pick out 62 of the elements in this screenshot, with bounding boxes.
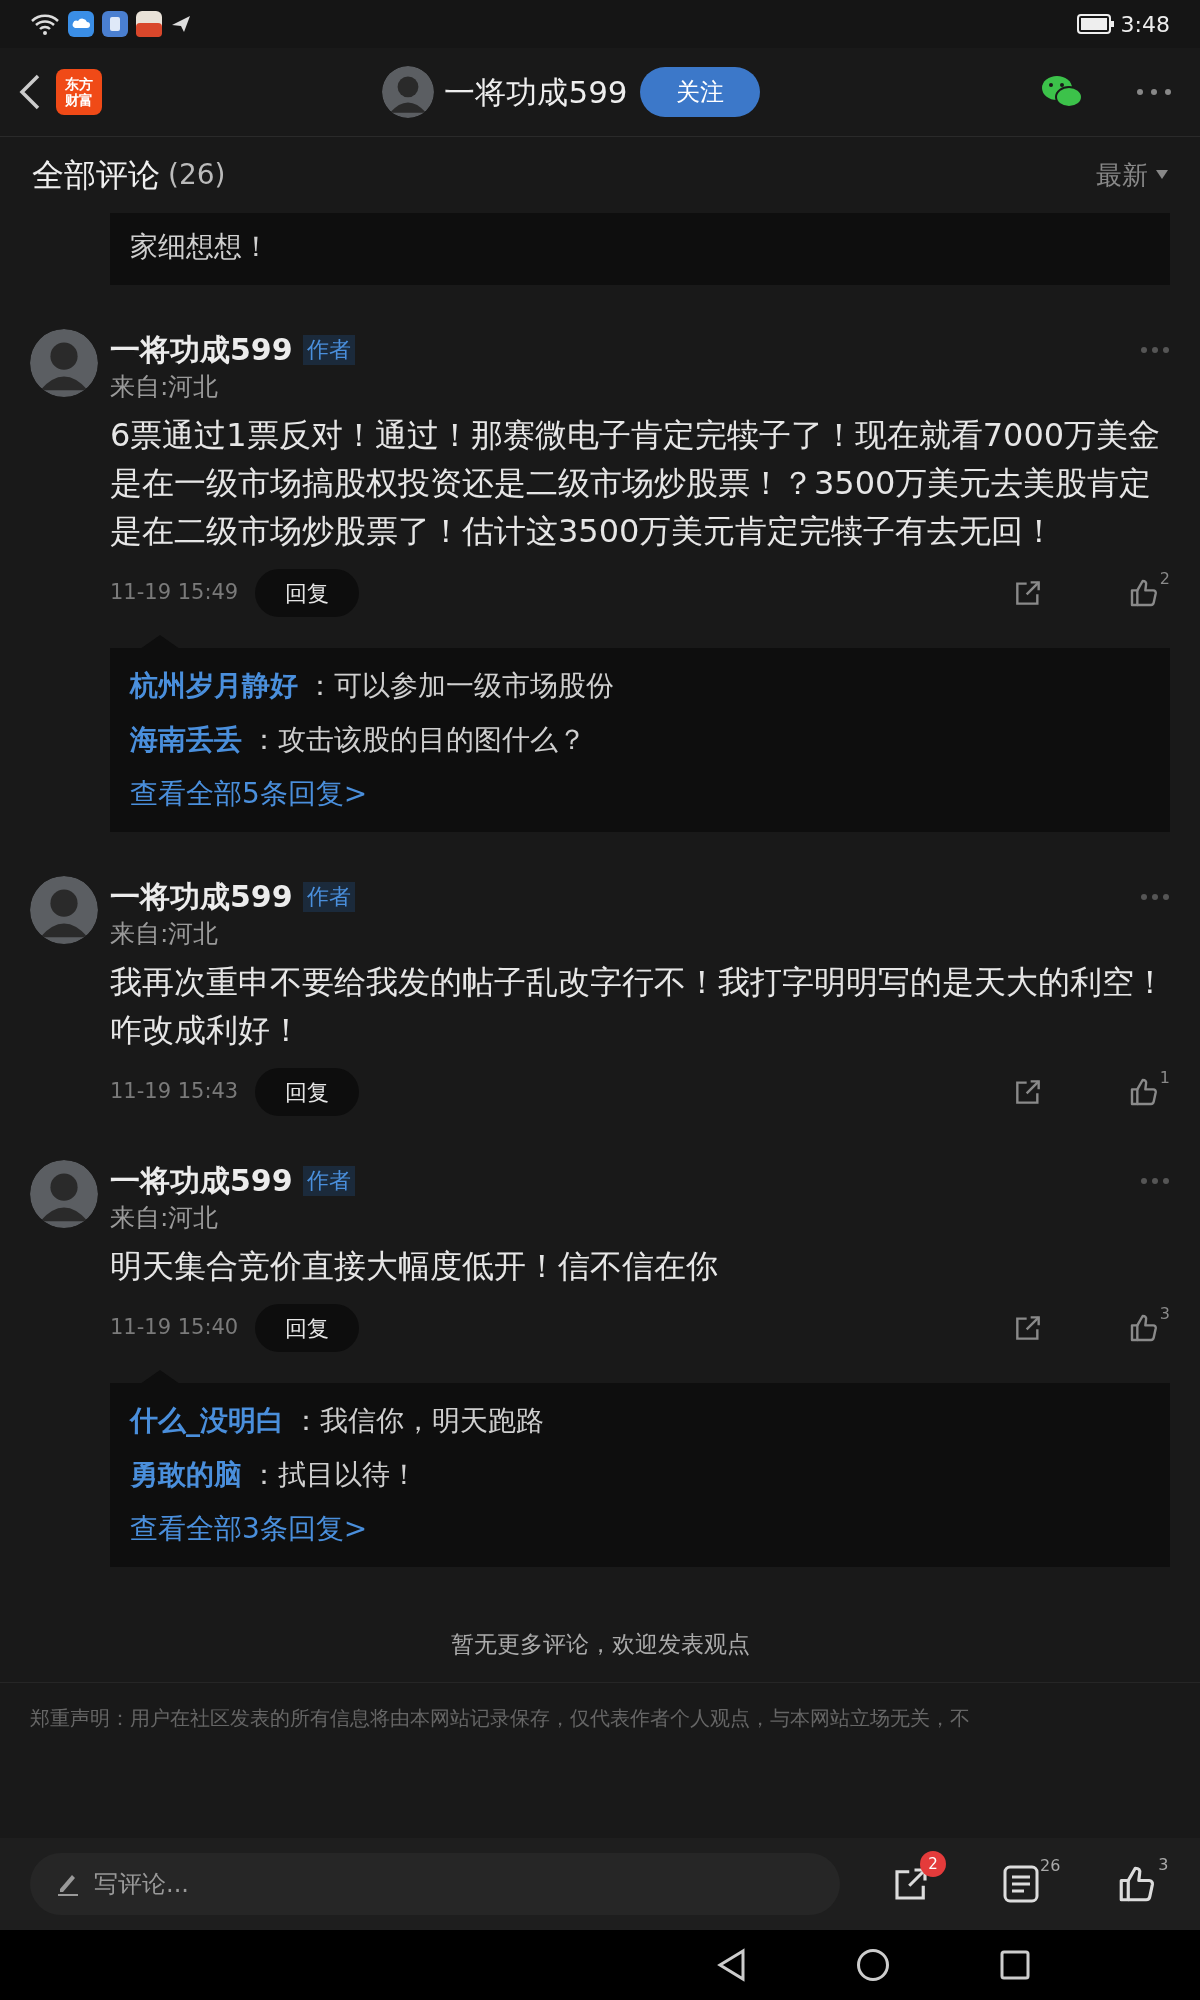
reply-text: ：拭目以待！ — [250, 1457, 418, 1493]
reply-author[interactable]: 杭州岁月静好 — [130, 662, 298, 710]
reply-button[interactable]: 回复 — [255, 569, 359, 617]
comment-text: 我再次重申不要给我发的帖子乱改字行不！我打字明明写的是天大的利空！咋改成利好！ — [110, 962, 1167, 1051]
recents-nav-icon[interactable] — [1000, 1950, 1030, 1980]
avatar — [30, 1160, 98, 1228]
reply-text: ：攻击该股的目的图什么？ — [250, 722, 586, 758]
comment-time: 11-19 15:49 — [110, 579, 240, 607]
section-title: 全部评论 — [32, 155, 160, 196]
comment-author[interactable]: 一将功成599 — [110, 331, 293, 369]
sort-dropdown[interactable]: 最新 — [1096, 155, 1168, 195]
reply-text: ：可以参加一级市场股份 — [306, 668, 614, 704]
likes-count: 3 — [1158, 1854, 1169, 1876]
author-tag: 作者 — [302, 335, 355, 365]
avatar — [382, 66, 435, 118]
like-count: 2 — [1159, 571, 1170, 587]
disclaimer-text: 郑重声明：用户在社区发表的所有信息将由本网站记录保存，仅代表作者个人观点，与本网站立场无关，不 — [30, 1705, 970, 1732]
document-icon[interactable] — [1002, 1864, 1040, 1904]
avatar — [30, 876, 98, 944]
comment-count: (26) — [168, 157, 226, 193]
author-tag: 作者 — [302, 1166, 355, 1196]
app-icon — [136, 11, 162, 37]
more-icon[interactable] — [1136, 88, 1172, 96]
comment-location: 来自:河北 — [110, 371, 220, 403]
like-count: 3 — [1159, 1306, 1170, 1322]
comment-author[interactable]: 一将功成599 — [110, 878, 293, 916]
comments-count: 26 — [1040, 1855, 1061, 1877]
comment-input[interactable]: 写评论... — [94, 1866, 814, 1902]
reply-author[interactable]: 什么_没明白 — [130, 1397, 284, 1445]
end-note: 暂无更多评论，欢迎发表观点 — [450, 1630, 750, 1660]
comment-text: 6票通过1票反对！通过！那赛微电子肯定完犊子了！现在就看7000万美金是在一级市场搞股权投资还是二级市场炒股票！？3500万美元去美股肯定是在二级市场炒股票了！估计这3500万美元肯定完犊子有去无回！ — [110, 415, 1162, 552]
reply-button[interactable]: 回复 — [255, 1068, 359, 1116]
view-all-replies-link[interactable]: 查看全部3条回复> — [130, 1505, 1150, 1553]
view-all-replies-link[interactable]: 查看全部5条回复> — [130, 770, 1150, 818]
caret-icon — [1156, 170, 1168, 180]
back-icon[interactable] — [18, 72, 42, 112]
header-username: 一将功成599 — [444, 72, 628, 112]
comment-text: 明天集合竞价直接大幅度低开！信不信在你 — [110, 1246, 719, 1287]
comment-time: 11-19 15:43 — [110, 1078, 240, 1106]
comment-field[interactable]: 写评论... — [30, 1853, 840, 1915]
notification-badge: 2 — [920, 1851, 946, 1877]
battery-icon — [1076, 14, 1115, 34]
home-nav-icon[interactable] — [856, 1948, 890, 1982]
wifi-icon — [30, 13, 60, 35]
cloud-icon — [68, 11, 94, 37]
comment-author[interactable]: 一将功成599 — [110, 1162, 293, 1200]
back-nav-icon[interactable] — [716, 1948, 746, 1982]
like-count: 1 — [1159, 1070, 1170, 1086]
reply-text: ：我信你，明天跑路 — [292, 1403, 544, 1439]
reply-author[interactable]: 海南丢丢 — [130, 716, 242, 764]
comment-time: 11-19 15:40 — [110, 1314, 240, 1342]
avatar — [30, 329, 98, 397]
reply-button[interactable]: 回复 — [255, 1304, 359, 1352]
comment-location: 来自:河北 — [110, 1202, 220, 1234]
reply-author[interactable]: 勇敢的脑 — [130, 1451, 242, 1499]
follow-button[interactable]: 关注 — [639, 67, 760, 117]
author-tag: 作者 — [302, 882, 355, 912]
reply-text: 家细想想！ — [130, 230, 270, 263]
app-icon — [102, 11, 128, 37]
comment-location: 来自:河北 — [110, 918, 220, 950]
status-time: 3:48 — [1120, 10, 1170, 39]
app-logo: 东方 财富 — [56, 69, 102, 115]
